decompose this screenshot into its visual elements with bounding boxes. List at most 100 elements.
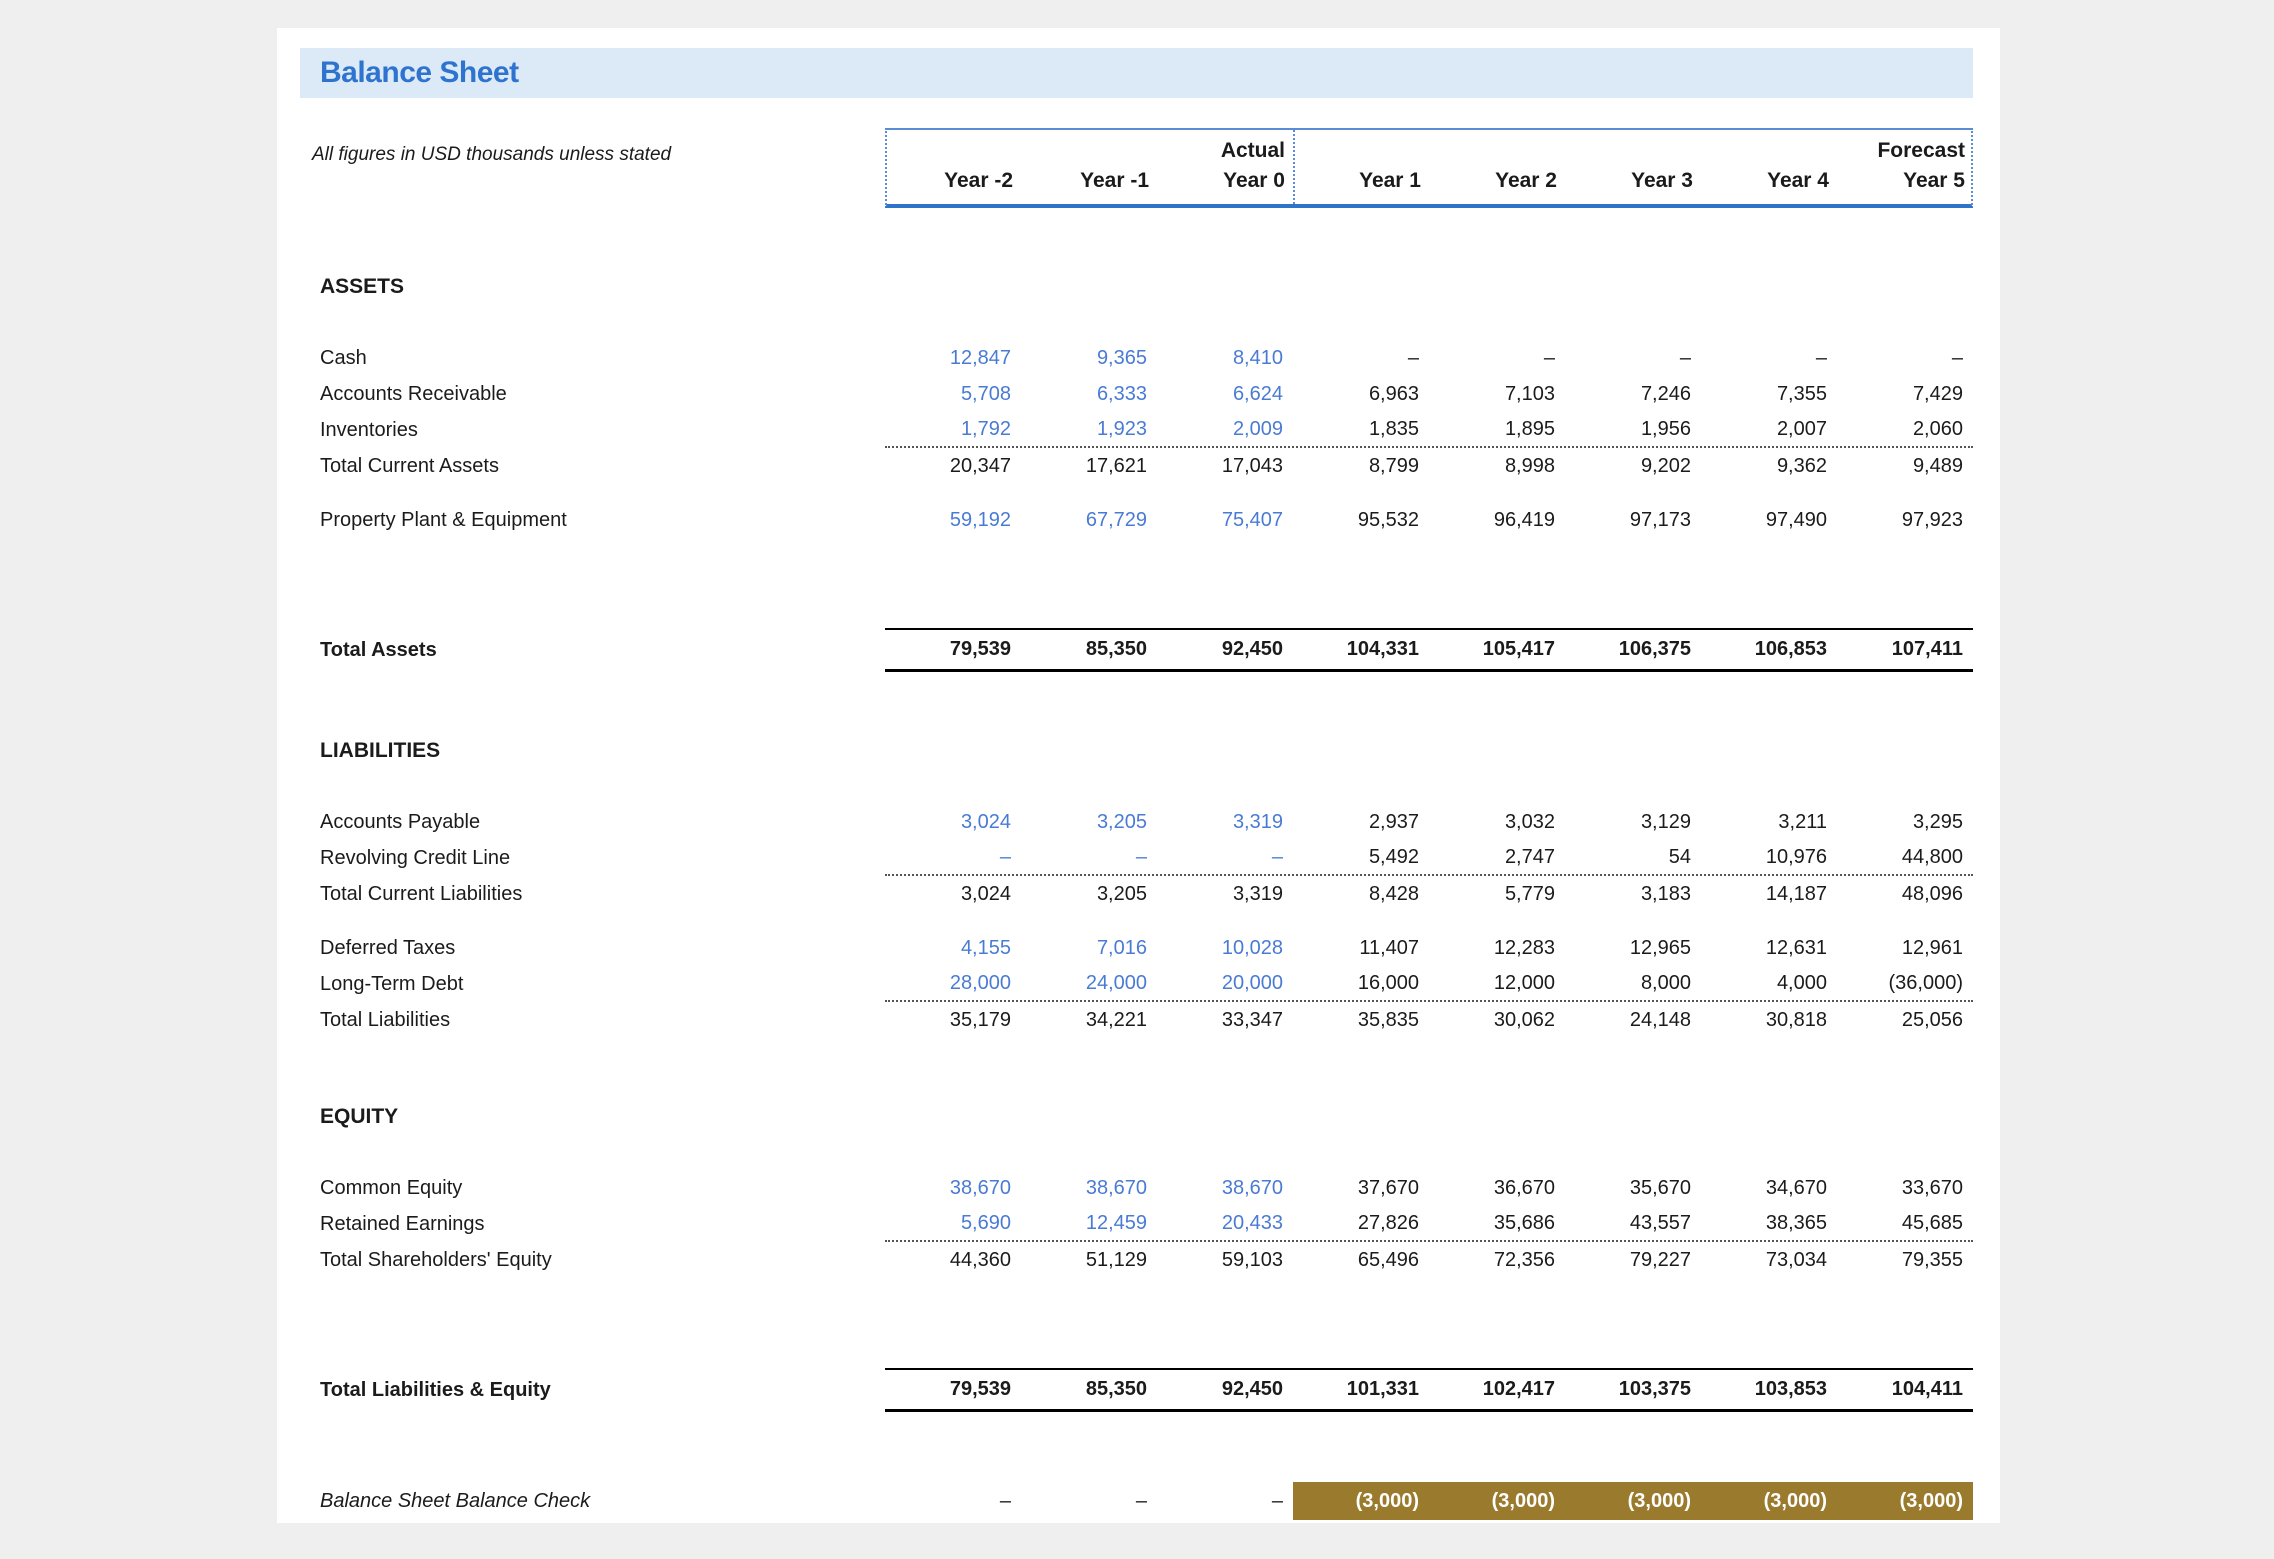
cell: 103,375: [1565, 1370, 1701, 1409]
cell: 7,016: [1021, 930, 1157, 966]
cell: 12,965: [1565, 930, 1701, 966]
cell: 37,670: [1293, 1170, 1429, 1206]
row-values: 5,7086,3336,6246,9637,1037,2467,3557,429: [885, 376, 1973, 412]
title-band: Balance Sheet: [300, 48, 1973, 98]
cell: 59,103: [1157, 1242, 1293, 1278]
cell: 24,000: [1021, 966, 1157, 1000]
spacer: [300, 484, 1973, 502]
cell: 102,417: [1429, 1370, 1565, 1409]
cell: 5,708: [885, 376, 1021, 412]
row-label: Revolving Credit Line: [300, 840, 885, 876]
cell: 3,024: [885, 876, 1021, 912]
actual-label: Actual: [1159, 136, 1295, 166]
row-accounts-payable: Accounts Payable3,0243,2053,3192,9373,03…: [300, 804, 1973, 840]
cell: 3,129: [1565, 804, 1701, 840]
cell: 97,490: [1701, 502, 1837, 538]
cell: 8,998: [1429, 448, 1565, 484]
cell: 3,205: [1021, 876, 1157, 912]
row-label: Total Current Assets: [300, 448, 885, 484]
cell: 79,227: [1565, 1242, 1701, 1278]
row-cash: Cash12,8479,3658,410–––––: [300, 340, 1973, 376]
cell: 38,365: [1701, 1206, 1837, 1240]
spacer: [300, 538, 1973, 628]
cell: 79,539: [885, 1370, 1021, 1409]
cell: 24,148: [1565, 1002, 1701, 1038]
cell: –: [1701, 340, 1837, 376]
cell: –: [885, 840, 1021, 874]
cell: 96,419: [1429, 502, 1565, 538]
col-header-year-minus1: Year -1: [1023, 166, 1159, 196]
cell: 12,961: [1837, 930, 1973, 966]
row-label: Retained Earnings: [300, 1206, 885, 1242]
cell: 75,407: [1157, 502, 1293, 538]
cell: 35,686: [1429, 1206, 1565, 1240]
cell: 30,062: [1429, 1002, 1565, 1038]
cell: 44,800: [1837, 840, 1973, 874]
row-balance-sheet-balance-check: Balance Sheet Balance Check–––(3,000)(3,…: [300, 1482, 1973, 1520]
cell: 73,034: [1701, 1242, 1837, 1278]
cell: 10,028: [1157, 930, 1293, 966]
cell: 2,060: [1837, 412, 1973, 446]
spacer: [300, 1278, 1973, 1368]
cell: 12,000: [1429, 966, 1565, 1000]
row-label: Long-Term Debt: [300, 966, 885, 1002]
cell: 3,024: [885, 804, 1021, 840]
column-header-row: All figures in USD thousands unless stat…: [300, 128, 1973, 208]
cell: 92,450: [1157, 1370, 1293, 1409]
cell: 34,670: [1701, 1170, 1837, 1206]
year-column-labels: Year -2 Year -1 Year 0 Year 1 Year 2 Yea…: [887, 166, 1971, 196]
cell: 8,410: [1157, 340, 1293, 376]
cell: 12,283: [1429, 930, 1565, 966]
cell: 4,155: [885, 930, 1021, 966]
cell: 7,429: [1837, 376, 1973, 412]
cell: 97,173: [1565, 502, 1701, 538]
cell: 2,007: [1701, 412, 1837, 446]
col-header-year-4: Year 4: [1703, 166, 1839, 196]
cell: 72,356: [1429, 1242, 1565, 1278]
cell: –: [1293, 340, 1429, 376]
row-values: 3,0243,2053,3198,4285,7793,18314,18748,0…: [885, 876, 1973, 912]
cell: 35,835: [1293, 1002, 1429, 1038]
cell: 85,350: [1021, 630, 1157, 669]
cell: 27,826: [1293, 1206, 1429, 1240]
cell: 1,895: [1429, 412, 1565, 446]
cell: 3,319: [1157, 804, 1293, 840]
cell: 54: [1565, 840, 1701, 874]
page-title: Balance Sheet: [300, 56, 519, 90]
cell: 106,375: [1565, 630, 1701, 669]
cell: 45,685: [1837, 1206, 1973, 1240]
section-heading-equity: EQUITY: [300, 1104, 1973, 1130]
cell: –: [1565, 340, 1701, 376]
cell: 44,360: [885, 1242, 1021, 1278]
cell: 103,853: [1701, 1370, 1837, 1409]
row-total-current-liabilities: Total Current Liabilities3,0243,2053,319…: [300, 876, 1973, 912]
row-label: Total Shareholders' Equity: [300, 1242, 885, 1278]
col-header-year-2: Year 2: [1431, 166, 1567, 196]
spacer: [300, 1412, 1973, 1482]
cell: –: [885, 1482, 1021, 1520]
row-values: 3,0243,2053,3192,9373,0323,1293,2113,295: [885, 804, 1973, 840]
row-values: 44,36051,12959,10365,49672,35679,22773,0…: [885, 1242, 1973, 1278]
row-total-liabilities-equity: Total Liabilities & Equity79,53985,35092…: [300, 1368, 1973, 1412]
cell: 43,557: [1565, 1206, 1701, 1240]
cell: 28,000: [885, 966, 1021, 1000]
period-group-labels: Actual Forecast: [887, 136, 1971, 166]
row-label: Balance Sheet Balance Check: [300, 1482, 885, 1520]
cell: 17,043: [1157, 448, 1293, 484]
spacer: [300, 912, 1973, 930]
cell: 8,000: [1565, 966, 1701, 1000]
cell: 8,799: [1293, 448, 1429, 484]
col-header-year-5: Year 5: [1839, 166, 1975, 196]
row-retained-earnings: Retained Earnings5,69012,45920,43327,826…: [300, 1206, 1973, 1242]
row-label: Inventories: [300, 412, 885, 448]
cell: 25,056: [1837, 1002, 1973, 1038]
cell: 2,009: [1157, 412, 1293, 446]
cell: 59,192: [885, 502, 1021, 538]
row-label: Total Assets: [300, 628, 885, 672]
cell: 7,246: [1565, 376, 1701, 412]
row-values: –––(3,000)(3,000)(3,000)(3,000)(3,000): [885, 1482, 1973, 1520]
row-values: 79,53985,35092,450101,331102,417103,3751…: [885, 1368, 1973, 1412]
cell: 11,407: [1293, 930, 1429, 966]
cell: 92,450: [1157, 630, 1293, 669]
forecast-label: Forecast: [1839, 136, 1975, 166]
